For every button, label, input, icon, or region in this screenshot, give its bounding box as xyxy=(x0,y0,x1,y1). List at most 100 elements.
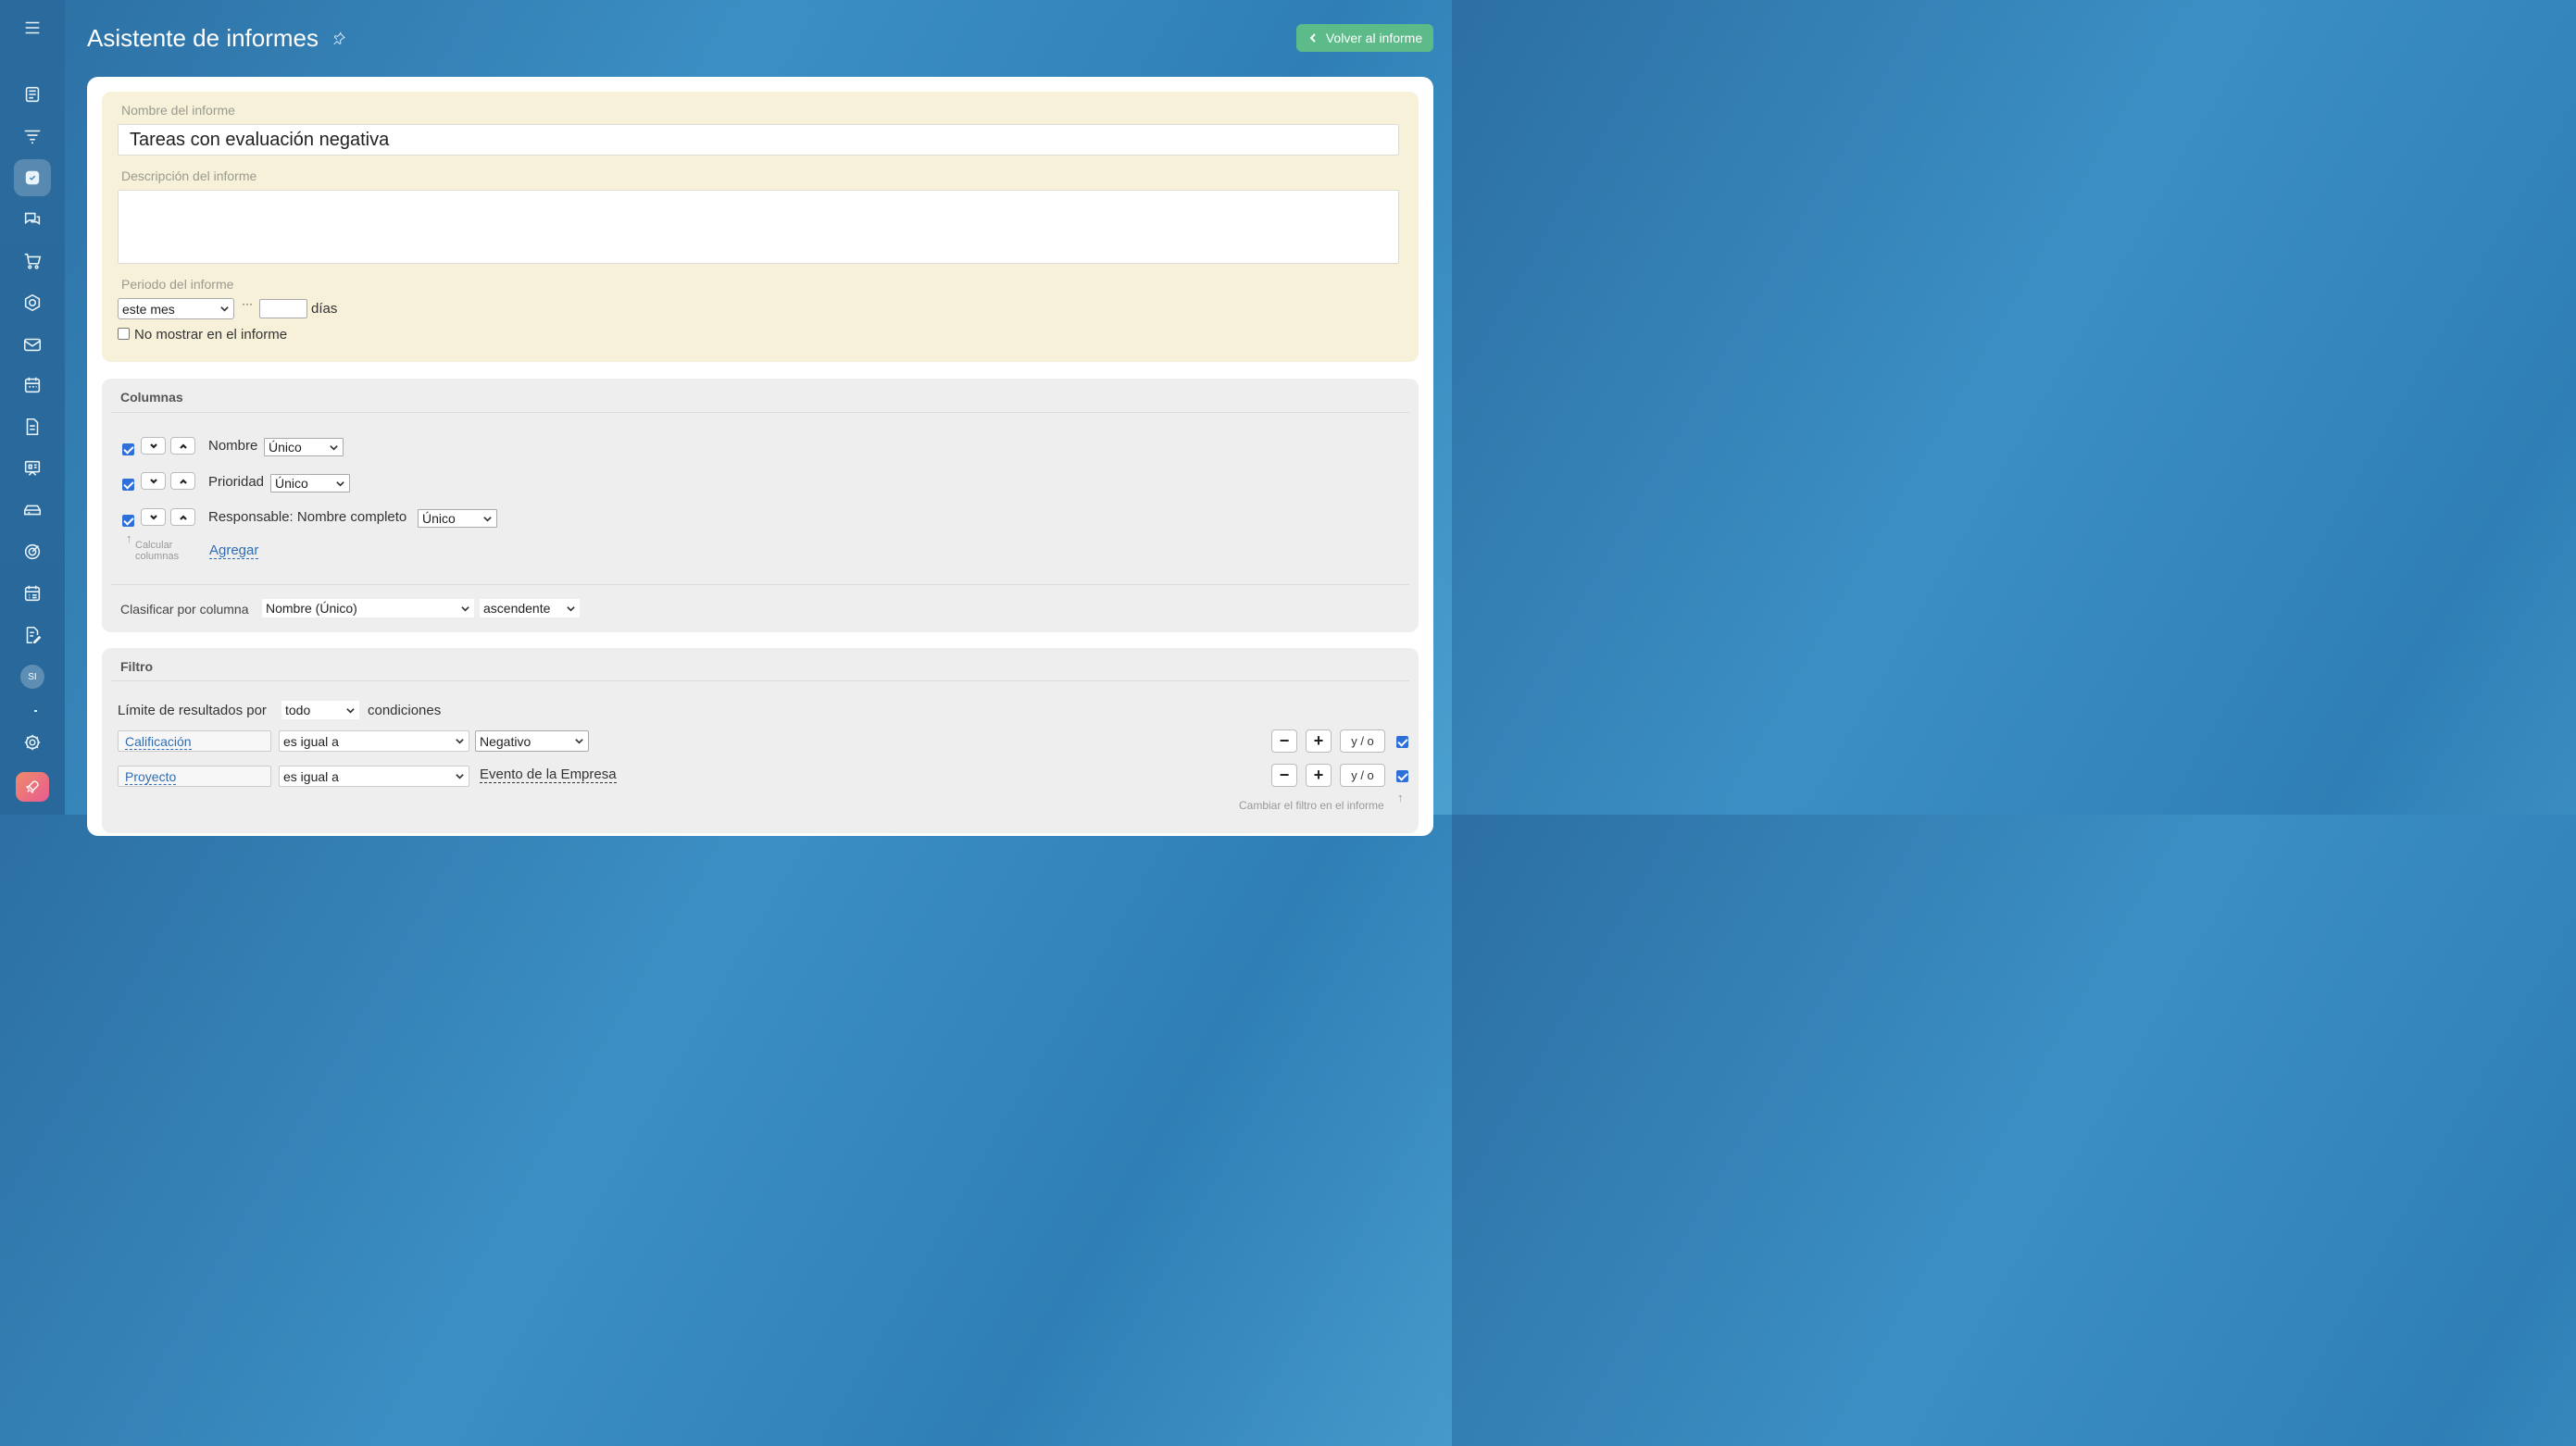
filter-panel: Filtro Límite de resultados por todo con… xyxy=(102,648,1419,833)
cart-icon[interactable] xyxy=(14,243,51,280)
mail-icon[interactable] xyxy=(14,326,51,363)
settings-icon[interactable] xyxy=(14,724,51,761)
column-aggregate-value: Único xyxy=(422,511,456,526)
report-wizard-card: Nombre del informe Tareas con evaluación… xyxy=(87,77,1433,836)
filter-field-label: Proyecto xyxy=(125,769,177,785)
chevron-down-icon xyxy=(346,707,355,714)
chevron-left-icon xyxy=(1309,33,1316,43)
hexagon-icon[interactable] xyxy=(14,284,51,321)
filter-field-label: Calificación xyxy=(125,734,192,750)
move-down-button[interactable] xyxy=(141,437,166,455)
pin-icon[interactable] xyxy=(331,31,346,51)
planner-icon[interactable] xyxy=(14,575,51,612)
remove-condition-button[interactable]: − xyxy=(1271,729,1297,753)
column-checkbox-responsable[interactable] xyxy=(122,515,134,527)
period-select[interactable]: este mes xyxy=(118,298,234,319)
chevron-down-icon xyxy=(575,739,583,744)
sidebar: SI xyxy=(0,0,65,815)
remove-condition-button[interactable]: − xyxy=(1271,764,1297,787)
report-name-input[interactable]: Tareas con evaluación negativa xyxy=(118,124,1399,156)
rocket-icon[interactable] xyxy=(16,772,49,802)
filter-operator-value: es igual a xyxy=(283,768,339,784)
column-aggregate-select[interactable]: Único xyxy=(418,509,497,528)
page-title: Asistente de informes xyxy=(87,24,319,52)
presentation-icon[interactable] xyxy=(14,450,51,487)
column-label-prioridad: Prioridad xyxy=(208,474,265,490)
column-label-responsable: Responsable: Nombre completo xyxy=(208,509,407,525)
move-up-button[interactable] xyxy=(170,508,195,526)
calc-columns-note: Calcular columnas xyxy=(135,540,179,562)
move-up-button[interactable] xyxy=(170,472,195,490)
filter-operator-select[interactable]: es igual a xyxy=(279,766,469,787)
chevron-down-icon xyxy=(149,443,157,449)
back-to-report-label: Volver al informe xyxy=(1325,31,1423,45)
chevron-up-icon xyxy=(179,443,187,449)
chevron-down-icon xyxy=(567,605,575,612)
chevron-down-icon xyxy=(483,516,492,522)
edit-doc-icon[interactable] xyxy=(14,617,51,654)
chevron-down-icon xyxy=(330,444,338,451)
chat-icon[interactable] xyxy=(14,201,51,238)
document-icon[interactable] xyxy=(14,408,51,445)
columns-heading: Columnas xyxy=(120,390,183,405)
chevron-down-icon xyxy=(149,478,157,484)
limit-suffix-label: condiciones xyxy=(368,703,442,718)
arrow-up-icon: ↑ xyxy=(126,531,132,545)
filter-value-link[interactable]: Evento de la Empresa xyxy=(480,767,617,783)
target-icon[interactable] xyxy=(14,533,51,570)
filter-icon[interactable] xyxy=(14,118,51,155)
calc-note-line1: Calcular xyxy=(135,540,173,551)
add-condition-button[interactable]: + xyxy=(1306,764,1332,787)
hide-in-report-label: No mostrar en el informe xyxy=(134,327,288,343)
add-column-link[interactable]: Agregar xyxy=(209,542,259,559)
report-description-textarea[interactable] xyxy=(118,190,1399,264)
filter-value-select[interactable]: Negativo xyxy=(475,730,589,752)
report-name-label: Nombre del informe xyxy=(121,103,235,118)
storage-icon[interactable] xyxy=(14,492,51,529)
back-to-report-button[interactable]: Volver al informe xyxy=(1296,24,1433,52)
condition-enabled-checkbox[interactable] xyxy=(1396,736,1408,748)
and-or-button[interactable]: y / o xyxy=(1340,764,1385,787)
column-label-nombre: Nombre xyxy=(208,438,258,454)
column-aggregate-select[interactable]: Único xyxy=(270,474,350,492)
days-input[interactable] xyxy=(259,299,307,318)
menu-icon[interactable] xyxy=(14,9,51,46)
filter-field[interactable]: Calificación xyxy=(118,730,271,752)
avatar[interactable]: SI xyxy=(20,665,44,689)
chevron-down-icon xyxy=(336,480,344,487)
move-down-button[interactable] xyxy=(141,508,166,526)
condition-enabled-checkbox[interactable] xyxy=(1396,770,1408,782)
divider xyxy=(111,584,1409,585)
divider xyxy=(111,412,1409,413)
and-or-button[interactable]: y / o xyxy=(1340,729,1385,753)
feed-icon[interactable] xyxy=(14,76,51,113)
sort-order-select[interactable]: ascendente xyxy=(480,599,580,617)
column-checkbox-prioridad[interactable] xyxy=(122,479,134,491)
report-description-label: Descripción del informe xyxy=(121,168,257,183)
tasks-icon[interactable] xyxy=(14,159,51,196)
period-select-value: este mes xyxy=(122,301,175,317)
filter-operator-value: es igual a xyxy=(283,733,339,749)
report-period-label: Periodo del informe xyxy=(121,277,234,292)
chevron-down-icon xyxy=(461,605,469,612)
column-aggregate-value: Único xyxy=(275,476,308,491)
move-down-button[interactable] xyxy=(141,472,166,490)
limit-select[interactable]: todo xyxy=(281,701,359,719)
chevron-down-icon xyxy=(149,514,157,520)
filter-field[interactable]: Proyecto xyxy=(118,766,271,787)
column-aggregate-select[interactable]: Único xyxy=(264,438,344,456)
filter-heading: Filtro xyxy=(120,659,153,674)
filter-value: Negativo xyxy=(480,733,531,749)
column-checkbox-nombre[interactable] xyxy=(122,443,134,455)
hide-in-report-checkbox[interactable] xyxy=(118,328,130,340)
sidebar-separator xyxy=(34,710,37,712)
period-range-separator: ··· xyxy=(242,297,253,310)
calendar-icon[interactable] xyxy=(14,367,51,404)
add-condition-button[interactable]: + xyxy=(1306,729,1332,753)
filter-operator-select[interactable]: es igual a xyxy=(279,730,469,752)
divider xyxy=(111,680,1409,681)
sort-column-select[interactable]: Nombre (Único) xyxy=(262,599,474,617)
sort-column-value: Nombre (Único) xyxy=(266,601,357,616)
move-up-button[interactable] xyxy=(170,437,195,455)
chevron-down-icon xyxy=(220,306,229,312)
